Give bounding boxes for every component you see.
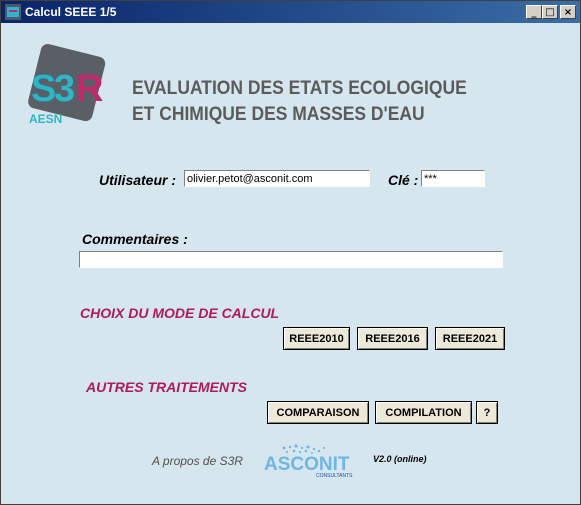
reee2021-button[interactable]: REEE2021 xyxy=(435,327,505,350)
asconit-text: ASCONIT xyxy=(264,454,350,475)
user-label: Utilisateur : xyxy=(99,172,177,188)
compilation-button[interactable]: COMPILATION xyxy=(375,401,472,424)
user-field[interactable] xyxy=(184,170,370,187)
form-area: S 3 R AESN EVALUATION DES ETATS ECOLOGIQ… xyxy=(1,23,580,504)
reee2016-button[interactable]: REEE2016 xyxy=(357,327,428,350)
other-title: AUTRES TRAITEMENTS xyxy=(86,379,247,395)
main-window: Calcul SEEE 1/5 _ □ × S 3 R AESN EVALUAT… xyxy=(0,0,581,505)
comments-field[interactable] xyxy=(79,251,503,268)
window-title: Calcul SEEE 1/5 xyxy=(25,5,117,19)
title-line-1: EVALUATION DES ETATS ECOLOGIQUE xyxy=(132,78,467,99)
comparaison-button[interactable]: COMPARAISON xyxy=(267,401,369,424)
comments-label: Commentaires : xyxy=(82,231,188,247)
maximize-button[interactable]: □ xyxy=(542,5,558,19)
app-icon xyxy=(5,4,21,20)
asconit-sub: CONSULTANTS xyxy=(316,473,353,479)
minimize-button[interactable]: _ xyxy=(526,5,542,19)
key-label: Clé : xyxy=(388,172,419,188)
calc-mode-title: CHOIX DU MODE DE CALCUL xyxy=(80,305,280,321)
help-button[interactable]: ? xyxy=(476,401,498,424)
svg-text:R: R xyxy=(76,68,103,110)
key-field[interactable] xyxy=(421,170,485,187)
about-link[interactable]: A propos de S3R xyxy=(152,454,243,468)
svg-text:3: 3 xyxy=(54,68,75,110)
logo-sub: AESN xyxy=(29,112,62,126)
close-button[interactable]: × xyxy=(560,5,576,19)
page-title: EVALUATION DES ETATS ECOLOGIQUE ET CHIMI… xyxy=(132,76,467,128)
s3r-logo: S 3 R AESN xyxy=(28,44,106,126)
asconit-logo: ASCONIT CONSULTANTS xyxy=(264,444,353,479)
title-bar[interactable]: Calcul SEEE 1/5 _ □ × xyxy=(1,1,580,23)
title-line-2: ET CHIMIQUE DES MASSES D'EAU xyxy=(132,104,425,125)
reee2010-button[interactable]: REEE2010 xyxy=(283,327,350,350)
version-label: V2.0 (online) xyxy=(373,454,427,464)
svg-text:S: S xyxy=(31,68,56,110)
